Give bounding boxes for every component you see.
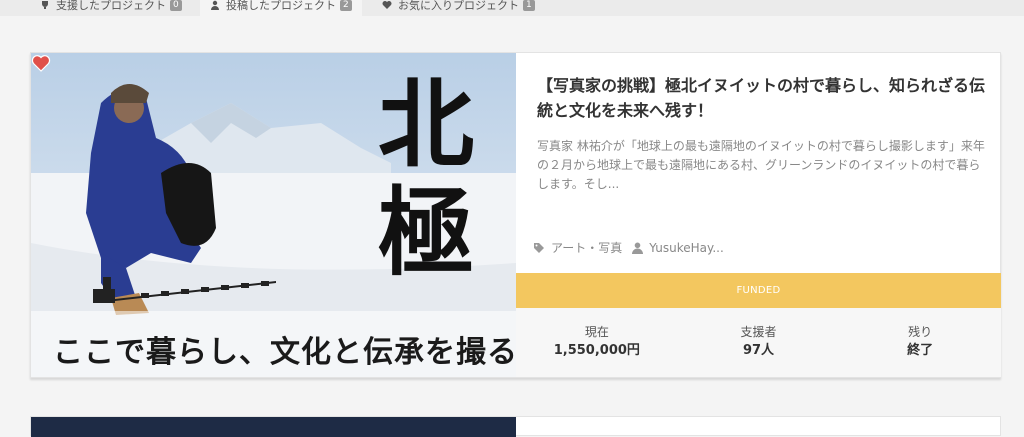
- category-label: アート・写真: [551, 241, 623, 255]
- project-info: 【写真家の挑戦】極北イヌイットの村で暮らし、知られざる伝統と文化を未来へ残す！ …: [516, 53, 1001, 377]
- stat-label: 支援者: [740, 325, 777, 339]
- stat-current: 現在 1,550,000円: [516, 308, 678, 377]
- image-caption-bar: ここで暮らし、文化と伝承を撮る: [31, 311, 516, 377]
- project-description: 写真家 林祐介が「地球上の最も遠隔地のイヌイットの村で暮らし撮影します」来年の２…: [537, 139, 985, 191]
- tab-posted[interactable]: 投稿したプロジェクト 2: [200, 0, 362, 16]
- stat-supporters: 支援者 97人: [678, 308, 840, 377]
- heart-icon: [382, 0, 392, 9]
- tab-supported[interactable]: 支援したプロジェクト 0: [30, 0, 192, 16]
- tab-label: 支援したプロジェクト: [56, 0, 166, 12]
- stat-label: 残り: [908, 325, 933, 339]
- image-caption: ここで暮らし、文化と伝承を撮る: [53, 335, 516, 370]
- funded-status-bar: FUNDED: [516, 273, 1001, 308]
- author-meta[interactable]: YusukeHay...: [632, 241, 724, 255]
- tag-icon: [534, 242, 544, 253]
- trophy-icon: [42, 1, 48, 9]
- project-stats: 現在 1,550,000円 支援者 97人 残り 終了: [516, 308, 1001, 377]
- stat-remaining: 残り 終了: [839, 308, 1001, 377]
- tab-favorites[interactable]: お気に入りプロジェクト 1: [372, 0, 545, 16]
- project-card[interactable]: 北極 ここで暮らし、文化と伝承を撮る 【写真家の挑戦】極北イヌイットの村で暮らし…: [30, 52, 1001, 378]
- project-title[interactable]: 【写真家の挑戦】極北イヌイットの村で暮らし、知られざる伝統と文化を未来へ残す！: [537, 73, 985, 123]
- stat-value: 1,550,000円: [553, 343, 640, 358]
- tab-count-badge: 1: [523, 0, 535, 11]
- user-icon: [632, 242, 644, 254]
- tab-label: 投稿したプロジェクト: [226, 0, 336, 12]
- tab-count-badge: 0: [170, 0, 182, 11]
- favorite-heart-icon[interactable]: [31, 53, 51, 73]
- image-title: 北極: [378, 68, 474, 289]
- project-tabs: 支援したプロジェクト 0 投稿したプロジェクト 2 お気に入りプロジェクト 1: [0, 0, 1024, 16]
- project-card[interactable]: [30, 416, 1001, 437]
- project-meta: アート・写真 YusukeHay...: [533, 239, 734, 256]
- project-thumbnail[interactable]: 北極 ここで暮らし、文化と伝承を撮る: [31, 53, 516, 377]
- author-name: YusukeHay...: [649, 240, 724, 255]
- stat-value: 終了: [907, 343, 934, 358]
- project-thumbnail[interactable]: [31, 417, 516, 437]
- user-icon: [211, 0, 219, 10]
- stat-value: 97人: [742, 343, 775, 358]
- category-meta[interactable]: アート・写真: [533, 239, 622, 256]
- tab-label: お気に入りプロジェクト: [398, 0, 519, 12]
- tab-count-badge: 2: [340, 0, 352, 11]
- stat-label: 現在: [584, 325, 609, 339]
